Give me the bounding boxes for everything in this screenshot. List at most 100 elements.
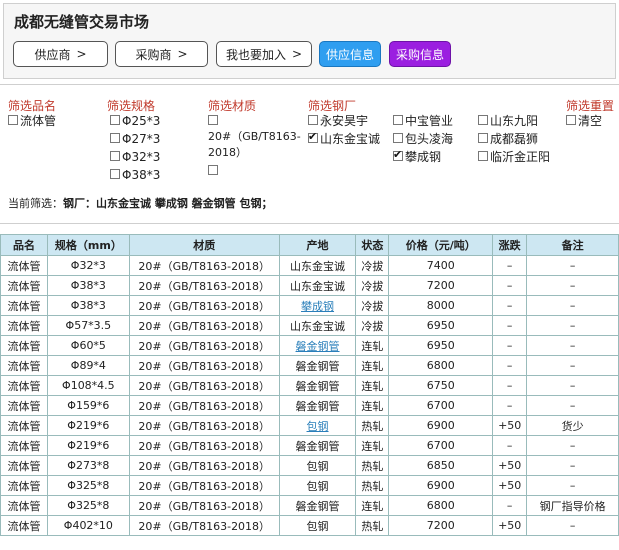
clear-option[interactable]: 清空: [566, 113, 602, 129]
cell-note: –: [526, 455, 619, 476]
cell-note: –: [526, 315, 619, 336]
option-label: 成都磊狮: [490, 132, 539, 146]
checkbox[interactable]: [110, 151, 120, 161]
supply-info-button[interactable]: 供应信息: [319, 41, 381, 67]
cell-spec-text: Φ108*4.5: [62, 379, 115, 392]
mill-option[interactable]: 永安昊宇: [308, 113, 368, 129]
cell-change: –: [492, 255, 528, 276]
checkbox[interactable]: [208, 115, 218, 125]
cell-price: 6700: [388, 435, 494, 456]
spec-option[interactable]: Φ25*3: [110, 113, 160, 129]
checkbox[interactable]: [110, 115, 120, 125]
cell-origin-text: 山东金宝诚: [290, 259, 346, 273]
cell-status: 连轧: [355, 435, 390, 456]
cell-origin-text: 山东金宝诚: [290, 319, 346, 333]
cell-price: 6800: [388, 495, 494, 516]
option-label: Φ27*3: [122, 132, 161, 146]
spec-filter-title: 筛选规格: [107, 99, 156, 113]
cell-origin: 包钢: [278, 515, 357, 536]
cell-origin-text[interactable]: 攀成钢: [301, 300, 334, 313]
cell-name-text: 流体管: [7, 259, 41, 273]
product-option[interactable]: 流体管: [8, 113, 56, 129]
cell-spec: Φ38*3: [46, 295, 130, 316]
col-header-note: 备注: [526, 234, 619, 256]
cell-origin[interactable]: 攀成钢: [278, 295, 357, 316]
mill-option[interactable]: 包头凌海: [393, 131, 453, 147]
checkbox[interactable]: [478, 115, 488, 125]
checkbox[interactable]: [110, 169, 120, 179]
col-header-spec: 规格（mm）: [46, 234, 130, 256]
cell-origin-text[interactable]: 磐金钢管: [296, 340, 340, 353]
current-filter-label: 当前筛选：: [8, 197, 63, 210]
cell-price: 6950: [388, 335, 494, 356]
checkbox[interactable]: [308, 115, 318, 125]
cell-material: 20#（GB/T8163-2018）: [128, 315, 280, 336]
cell-name-text: 流体管: [7, 279, 41, 293]
cell-spec: Φ38*3: [46, 275, 130, 296]
checkbox[interactable]: [8, 115, 18, 125]
cell-change-text: –: [506, 299, 513, 312]
checkbox[interactable]: [393, 133, 403, 143]
cell-status: 热轧: [355, 455, 390, 476]
spec-option[interactable]: Φ32*3: [110, 149, 160, 165]
purchase-info-button[interactable]: 采购信息: [389, 41, 451, 67]
cell-origin: 山东金宝诚: [278, 255, 357, 276]
option-label: 包头凌海: [405, 132, 454, 146]
spec-option[interactable]: Φ27*3: [110, 131, 160, 147]
chevron-right-icon: >: [76, 47, 87, 61]
cell-price-text: 6900: [426, 419, 455, 432]
cell-origin-text: 包钢: [306, 459, 329, 473]
checkbox[interactable]: [110, 133, 120, 143]
cell-material-text: 20#（GB/T8163-2018）: [138, 519, 271, 533]
cell-origin[interactable]: 磐金钢管: [278, 335, 357, 356]
cell-origin-text: 磐金钢管: [295, 399, 340, 413]
cell-status-text: 连轧: [361, 439, 384, 453]
mill-option[interactable]: 中宝管业: [393, 113, 453, 129]
cell-status: 连轧: [355, 495, 390, 516]
mill-option[interactable]: 临沂金正阳: [478, 149, 556, 165]
cell-change-text: –: [506, 339, 513, 352]
cell-change: +50: [492, 515, 528, 536]
checkbox[interactable]: [208, 165, 218, 175]
cell-origin[interactable]: 包钢: [278, 415, 357, 436]
option-label: Φ38*3: [122, 168, 161, 182]
join-button[interactable]: 我也要加入 >: [216, 41, 312, 67]
material-checkbox-bottom[interactable]: [208, 163, 220, 175]
buyer-button[interactable]: 采购商 >: [115, 41, 208, 67]
mill-option-checked[interactable]: 攀成钢: [393, 147, 441, 165]
checkbox[interactable]: [478, 151, 488, 161]
cell-spec: Φ32*3: [46, 255, 130, 276]
checkbox[interactable]: [478, 133, 488, 143]
cell-origin: 磐金钢管: [278, 395, 357, 416]
option-label: 中宝管业: [405, 114, 454, 128]
cell-price-text: 6800: [426, 499, 455, 512]
material-checkbox-top[interactable]: [208, 113, 220, 125]
spec-option[interactable]: Φ38*3: [110, 167, 160, 183]
cell-material: 20#（GB/T8163-2018）: [128, 395, 280, 416]
supplier-button[interactable]: 供应商 >: [13, 41, 108, 67]
cell-origin-text: 包钢: [306, 479, 329, 493]
checkbox[interactable]: [393, 115, 403, 125]
checkbox-checked[interactable]: [393, 147, 403, 163]
cell-status-text: 连轧: [361, 379, 384, 393]
cell-name: 流体管: [0, 255, 48, 276]
cell-note: –: [526, 255, 619, 276]
cell-change: +50: [492, 415, 528, 436]
cell-name: 流体管: [0, 375, 48, 396]
mill-option[interactable]: 山东九阳: [478, 113, 538, 129]
cell-origin-text[interactable]: 包钢: [307, 420, 329, 433]
cell-status-text: 冷拔: [361, 319, 384, 333]
cell-note-text: –: [569, 439, 576, 452]
col-header-material: 材质: [128, 234, 280, 256]
cell-material-text: 20#（GB/T8163-2018）: [138, 279, 271, 293]
mill-option-checked[interactable]: 山东金宝诚: [308, 129, 388, 147]
cell-spec: Φ159*6: [46, 395, 130, 416]
material-filter-title: 筛选材质: [208, 99, 257, 113]
mill-option[interactable]: 成都磊狮: [478, 131, 538, 147]
cell-name: 流体管: [0, 515, 48, 536]
cell-status-text: 冷拔: [361, 279, 384, 293]
checkbox-checked[interactable]: [308, 129, 318, 145]
cell-name: 流体管: [0, 455, 48, 476]
checkbox[interactable]: [566, 115, 576, 125]
buyer-button-label: 采购商: [135, 47, 172, 62]
